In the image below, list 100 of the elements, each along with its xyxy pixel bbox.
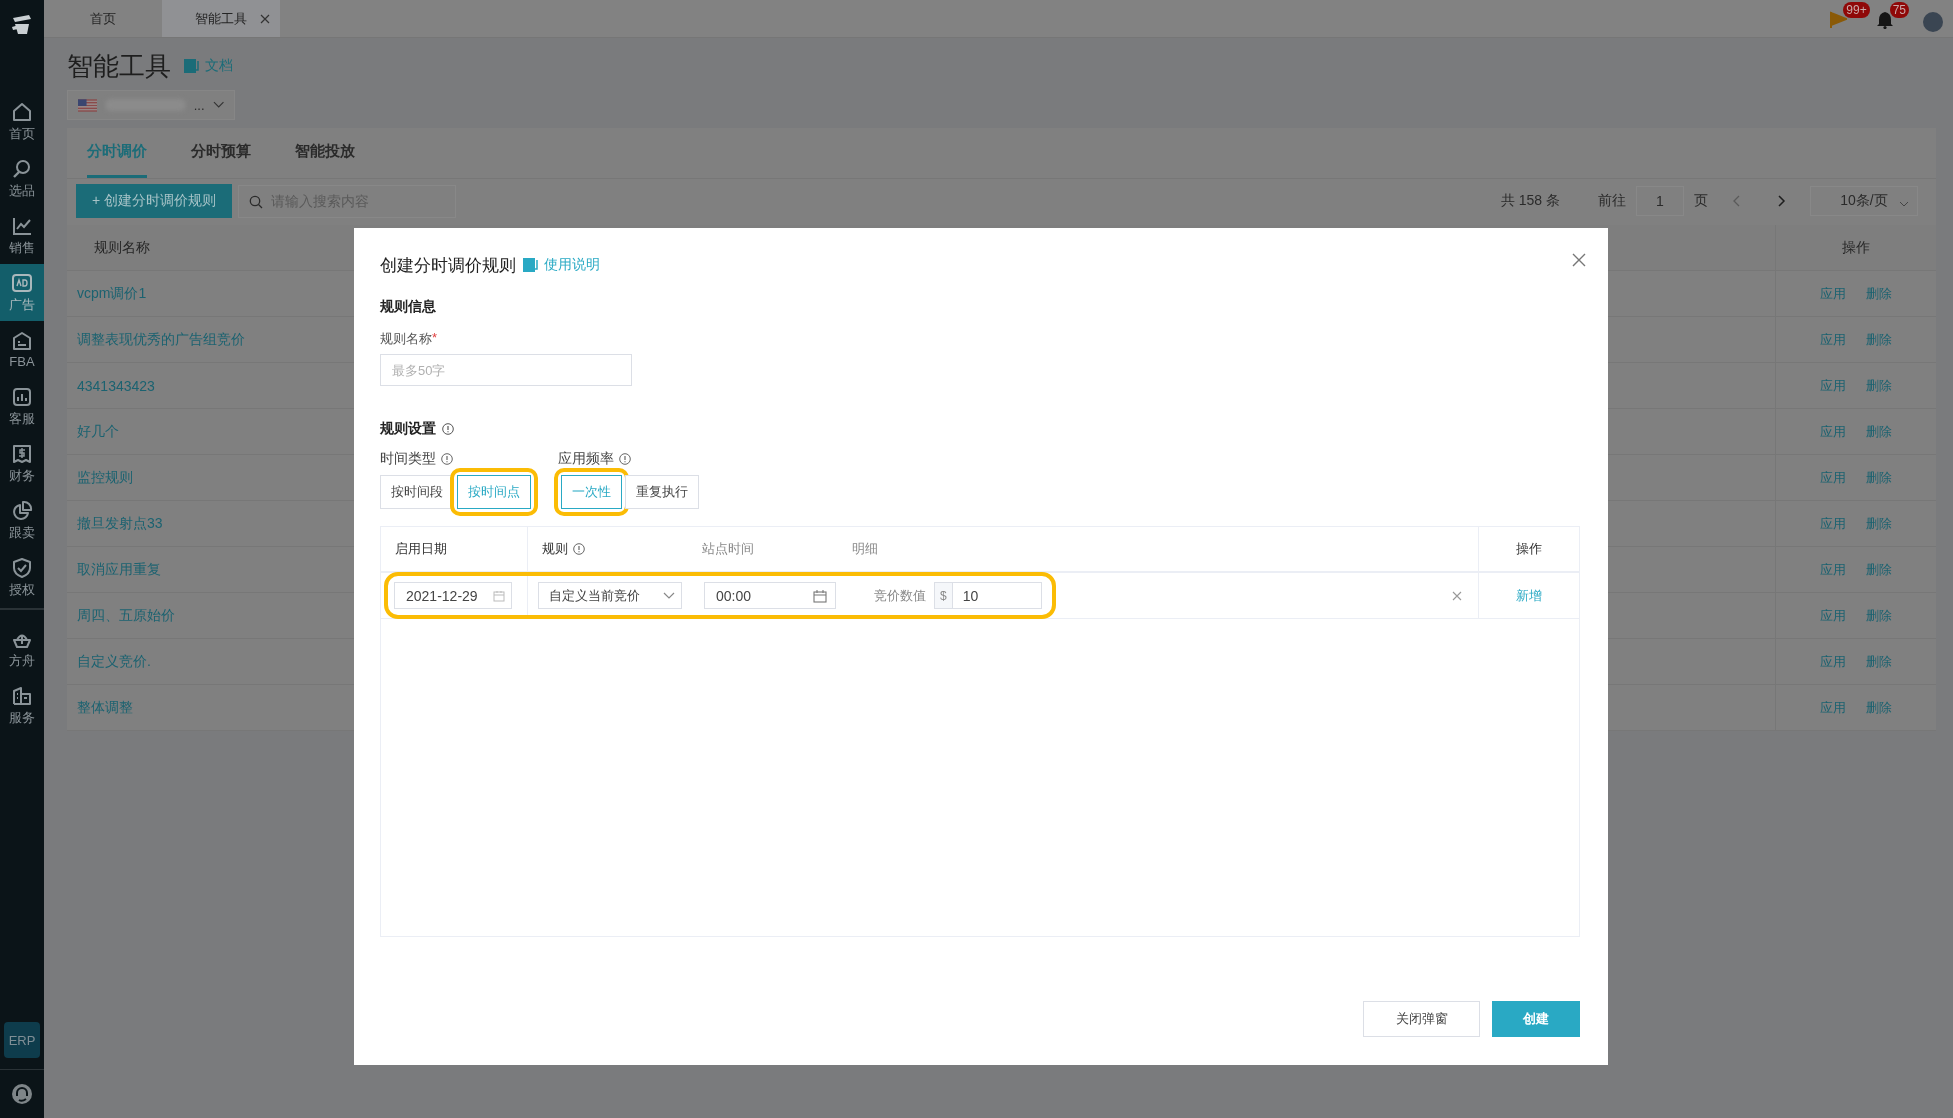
- segment-option[interactable]: 重复执行: [625, 475, 699, 509]
- page-tab[interactable]: 首页: [44, 0, 162, 37]
- page-number-field[interactable]: 1: [1636, 186, 1684, 216]
- action-link[interactable]: 应用: [1820, 652, 1846, 671]
- sidebar-item[interactable]: 首页: [0, 93, 44, 150]
- help-link[interactable]: 使用说明: [544, 256, 600, 274]
- action-link[interactable]: 删除: [1866, 698, 1892, 717]
- sidebar-item[interactable]: 广告: [0, 264, 44, 321]
- rule-name-link[interactable]: 周四、五原始价: [77, 606, 175, 623]
- section-heading: 规则设置: [380, 420, 436, 438]
- info-icon: [442, 423, 454, 435]
- sidebar-item[interactable]: 财务: [0, 435, 44, 492]
- erp-button[interactable]: ERP: [4, 1022, 40, 1058]
- action-link[interactable]: 应用: [1820, 376, 1846, 395]
- sidebar-item[interactable]: 销售: [0, 207, 44, 264]
- action-link[interactable]: 应用: [1820, 284, 1846, 303]
- rule-name-link[interactable]: 撤旦发射点33: [77, 514, 163, 531]
- sidebar-item[interactable]: 选品: [0, 150, 44, 207]
- action-link[interactable]: 应用: [1820, 560, 1846, 579]
- field-label: 规则名称: [380, 330, 432, 348]
- search-icon: [11, 157, 33, 180]
- sidebar-label: 服务: [9, 708, 35, 727]
- action-link[interactable]: 应用: [1820, 514, 1846, 533]
- sidebar-label: 客服: [9, 409, 35, 428]
- search-icon: [249, 194, 264, 209]
- count-badge: 99+: [1843, 2, 1870, 18]
- field-label: 竞价数值: [874, 586, 926, 605]
- action-link[interactable]: 应用: [1820, 606, 1846, 625]
- action-link[interactable]: 应用: [1820, 330, 1846, 349]
- section-tab[interactable]: 分时调价: [87, 128, 147, 178]
- pie-chart-icon: [11, 499, 33, 522]
- sidebar-label: 方舟: [9, 651, 35, 670]
- page-title: 智能工具: [67, 49, 171, 83]
- create-button[interactable]: 创建: [1492, 1001, 1580, 1037]
- sidebar-item[interactable]: FBA: [0, 321, 44, 378]
- rule-name-link[interactable]: 调整表现优秀的广告组竞价: [77, 330, 245, 347]
- column-header: 操作: [1516, 540, 1542, 558]
- action-link[interactable]: 应用: [1820, 698, 1846, 717]
- avatar[interactable]: [1923, 12, 1943, 32]
- chevron-down-icon: [212, 101, 224, 109]
- dollar-receipt-icon: [11, 442, 33, 465]
- flag-icon: [1829, 11, 1848, 29]
- action-link[interactable]: 删除: [1866, 284, 1892, 303]
- add-link[interactable]: 新增: [1516, 586, 1542, 605]
- column-header: 站点时间: [702, 540, 754, 558]
- page-tab[interactable]: 智能工具: [162, 0, 280, 37]
- sidebar-item[interactable]: 授权: [0, 549, 44, 606]
- chevron-right-icon: [1778, 195, 1786, 207]
- info-icon: [619, 453, 631, 465]
- rule-name-link[interactable]: 监控规则: [77, 468, 133, 485]
- page-size-select[interactable]: 10条/页: [1810, 186, 1918, 216]
- action-link[interactable]: 删除: [1866, 606, 1892, 625]
- book-icon: [183, 58, 199, 74]
- total-count: 共 158 条: [1500, 192, 1560, 210]
- rule-name-link[interactable]: 好几个: [77, 422, 119, 439]
- action-link[interactable]: 删除: [1866, 422, 1892, 441]
- sidebar-label: FBA: [9, 354, 35, 369]
- close-dialog-button[interactable]: 关闭弹窗: [1363, 1001, 1480, 1037]
- column-header: 规则: [542, 540, 568, 558]
- rule-name-field[interactable]: 最多50字: [380, 354, 632, 386]
- currency-prefix: $: [935, 583, 953, 608]
- count-badge: 75: [1889, 2, 1909, 18]
- create-rule-button[interactable]: + 创建分时调价规则: [76, 184, 233, 218]
- action-link[interactable]: 删除: [1866, 560, 1892, 579]
- info-icon: [441, 453, 453, 465]
- building-icon: [11, 684, 33, 707]
- rule-select[interactable]: 自定义当前竞价: [538, 582, 682, 609]
- chevron-left-icon: [1732, 195, 1740, 207]
- rule-name-link[interactable]: 取消应用重复: [77, 560, 161, 577]
- sidebar-label: 授权: [9, 580, 35, 599]
- action-link[interactable]: 删除: [1866, 652, 1892, 671]
- action-link[interactable]: 应用: [1820, 422, 1846, 441]
- rule-name-link[interactable]: 4341343423: [77, 377, 155, 394]
- time-field[interactable]: 00:00: [704, 582, 836, 609]
- calendar-icon: [493, 589, 505, 602]
- sidebar-item[interactable]: 方舟: [0, 620, 44, 677]
- sidebar-item[interactable]: 跟卖: [0, 492, 44, 549]
- home-icon: [11, 100, 33, 123]
- sidebar-item[interactable]: 客服: [0, 378, 44, 435]
- action-link[interactable]: 删除: [1866, 468, 1892, 487]
- chevron-down-icon: [663, 591, 675, 600]
- close-icon: [260, 14, 270, 24]
- action-link[interactable]: 应用: [1820, 468, 1846, 487]
- sidebar-item[interactable]: 服务: [0, 677, 44, 734]
- action-link[interactable]: 删除: [1866, 514, 1892, 533]
- account-select[interactable]: ...: [67, 90, 235, 120]
- segment-option[interactable]: 按时间点: [457, 475, 531, 509]
- section-tab[interactable]: 分时预算: [191, 128, 273, 178]
- date-field[interactable]: 2021-12-29: [394, 582, 512, 609]
- section-tab[interactable]: 智能投放: [295, 128, 377, 178]
- segment-option[interactable]: 一次性: [561, 475, 622, 509]
- required-asterisk: *: [432, 330, 438, 347]
- action-link[interactable]: 删除: [1866, 376, 1892, 395]
- action-link[interactable]: 删除: [1866, 330, 1892, 349]
- rule-name-link[interactable]: vcpm调价1: [77, 284, 147, 301]
- dialog-title: 创建分时调价规则: [380, 254, 516, 277]
- rule-name-link[interactable]: 自定义竞价.: [77, 652, 151, 669]
- rule-name-link[interactable]: 整体调整: [77, 698, 133, 715]
- doc-link[interactable]: 文档: [205, 57, 233, 75]
- bid-value-field[interactable]: $ 10: [934, 582, 1042, 609]
